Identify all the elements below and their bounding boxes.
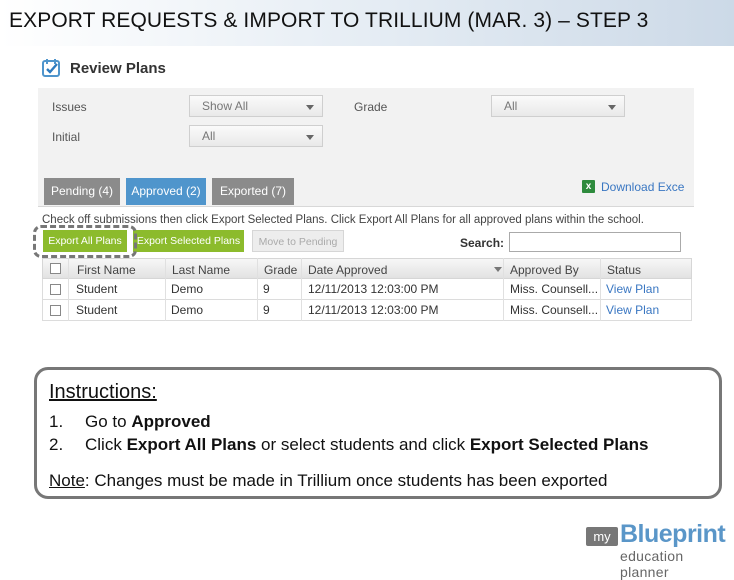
table-row[interactable]: Student Demo 9 12/11/2013 12:03:00 PM Mi… (42, 300, 692, 321)
view-plan-link[interactable]: View Plan (606, 303, 659, 317)
logo-blueprint: Blueprint (620, 520, 726, 548)
step-2-prefix: Click (85, 435, 127, 454)
cell-approved-by: Miss. Counsell... (510, 282, 599, 296)
column-divider (503, 258, 504, 321)
chevron-down-icon (306, 105, 314, 110)
instruction-note: Note: Changes must be made in Trillium o… (49, 471, 608, 491)
column-date-approved[interactable]: Date Approved (308, 263, 387, 277)
column-grade[interactable]: Grade (264, 263, 297, 277)
step-number: 2. (49, 435, 64, 454)
cell-grade: 9 (263, 303, 270, 317)
initial-select[interactable]: All (189, 125, 323, 147)
column-status[interactable]: Status (607, 263, 641, 277)
excel-icon[interactable]: x (582, 180, 595, 193)
logo-my: my (586, 527, 618, 546)
instructions-title: Instructions: (49, 381, 157, 403)
instruction-step-2: 2. Click Export All Plans or select stude… (49, 435, 648, 455)
review-plans-title: Review Plans (70, 60, 166, 77)
column-divider (165, 258, 166, 321)
sort-desc-icon (494, 267, 502, 272)
column-divider (600, 258, 601, 321)
row-checkbox[interactable] (50, 305, 61, 316)
chevron-down-icon (608, 105, 616, 110)
cell-first-name: Student (76, 282, 118, 296)
cell-last-name: Demo (171, 303, 204, 317)
step-2-bold-1: Export All Plans (126, 435, 257, 454)
grade-select[interactable]: All (491, 95, 625, 117)
cell-approved-by: Miss. Counsell... (510, 303, 599, 317)
step-2-bold-2: Export Selected Plans (469, 435, 649, 454)
column-first-name[interactable]: First Name (77, 263, 136, 277)
row-checkbox[interactable] (50, 284, 61, 295)
filters-panel: Issues Show All Grade All Initial All (38, 88, 694, 172)
issues-select-value: Show All (202, 99, 249, 113)
issues-label: Issues (52, 100, 87, 114)
step-2-middle: or select students and click (256, 435, 470, 454)
slide-title: EXPORT REQUESTS & IMPORT TO TRILLIUM (MA… (9, 9, 649, 32)
step-number: 1. (49, 412, 64, 431)
column-divider (68, 258, 69, 321)
issues-select[interactable]: Show All (189, 95, 323, 117)
column-divider (301, 258, 302, 321)
instructions-hint: Check off submissions then click Export … (42, 214, 644, 226)
select-all-checkbox[interactable] (50, 263, 61, 274)
tab-pending[interactable]: Pending (4) (44, 178, 120, 205)
review-plans-panel: Review Plans Issues Show All Grade All I… (38, 52, 694, 330)
search-label: Search: (460, 236, 505, 250)
export-selected-plans-button[interactable]: Export Selected Plans (133, 230, 244, 252)
cell-grade: 9 (263, 282, 270, 296)
step-1-bold: Approved (131, 412, 211, 431)
cell-date-approved: 12/11/2013 12:03:00 PM (308, 282, 439, 296)
grade-select-value: All (504, 99, 518, 113)
tab-approved[interactable]: Approved (2) (126, 178, 206, 205)
export-all-highlight (33, 225, 137, 258)
logo-tagline: education planner (620, 548, 684, 580)
table-row[interactable]: Student Demo 9 12/11/2013 12:03:00 PM Mi… (42, 279, 692, 300)
chevron-down-icon (306, 135, 314, 140)
initial-label: Initial (52, 130, 81, 144)
move-to-pending-button[interactable]: Move to Pending (252, 230, 344, 252)
note-text: : Changes must be made in Trillium once … (84, 471, 608, 490)
myblueprint-logo: my Blueprint education planner (586, 520, 732, 580)
slide-title-bar: EXPORT REQUESTS & IMPORT TO TRILLIUM (MA… (0, 0, 734, 46)
note-label: Note (49, 471, 85, 490)
column-approved-by[interactable]: Approved By (510, 263, 579, 277)
table-header: First Name Last Name Grade Date Approved… (42, 258, 692, 279)
checklist-icon (42, 59, 60, 77)
tab-exported[interactable]: Exported (7) (212, 178, 294, 205)
cell-last-name: Demo (171, 282, 204, 296)
cell-first-name: Student (76, 303, 118, 317)
column-divider (257, 258, 258, 321)
download-excel-link[interactable]: Download Exce (601, 180, 684, 194)
instruction-step-1: 1. Go to Approved (49, 412, 211, 432)
initial-select-value: All (202, 129, 216, 143)
cell-date-approved: 12/11/2013 12:03:00 PM (308, 303, 439, 317)
column-last-name[interactable]: Last Name (172, 263, 230, 277)
view-plan-link[interactable]: View Plan (606, 282, 659, 296)
step-1-prefix: Go to (85, 412, 132, 431)
instructions-box: Instructions: 1. Go to Approved 2. Click E… (34, 367, 722, 499)
search-input[interactable] (509, 232, 681, 252)
grade-label: Grade (354, 100, 388, 114)
